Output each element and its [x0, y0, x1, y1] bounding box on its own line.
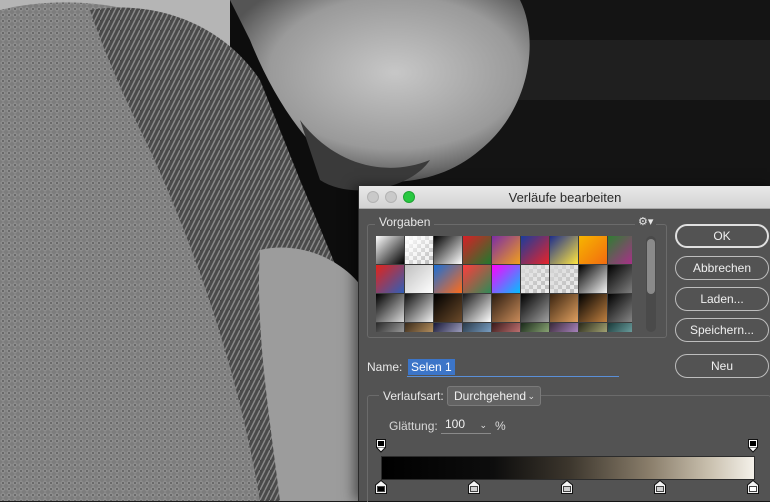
preset-swatch[interactable]	[463, 323, 491, 332]
color-stop[interactable]	[375, 479, 387, 499]
preset-swatch[interactable]	[550, 265, 578, 293]
opacity-stop[interactable]	[748, 439, 758, 458]
preset-swatch[interactable]	[434, 323, 462, 332]
preset-swatch[interactable]	[579, 294, 607, 322]
opacity-stop[interactable]	[376, 439, 386, 458]
gradient-bar[interactable]	[381, 456, 755, 480]
preset-swatch[interactable]	[579, 236, 607, 264]
chevron-down-icon: ⌄	[479, 420, 487, 430]
name-label: Name:	[367, 360, 403, 374]
load-button[interactable]: Laden...	[675, 287, 769, 311]
preset-swatch-grid	[376, 236, 632, 332]
dialog-title: Verläufe bearbeiten	[508, 190, 622, 205]
color-stop[interactable]	[747, 479, 759, 499]
preset-swatch[interactable]	[492, 323, 520, 332]
gear-icon[interactable]: ⚙▾	[635, 215, 657, 228]
preset-swatch[interactable]	[463, 236, 491, 264]
presets-scrollbar-thumb[interactable]	[647, 239, 655, 294]
smoothness-value: 100	[445, 417, 466, 431]
preset-swatch[interactable]	[405, 323, 433, 332]
gradient-type-select[interactable]: Durchgehend ⌄	[447, 386, 541, 406]
preset-swatch[interactable]	[434, 265, 462, 293]
smoothness-unit: %	[495, 419, 506, 433]
preset-swatch[interactable]	[579, 265, 607, 293]
preset-swatch[interactable]	[521, 265, 549, 293]
preset-swatch[interactable]	[492, 265, 520, 293]
gradient-editor-dialog: Verläufe bearbeiten Vorgaben ⚙▾ OK Abbre…	[358, 186, 770, 502]
color-stop[interactable]	[468, 479, 480, 499]
title-bar[interactable]: Verläufe bearbeiten	[359, 186, 770, 209]
preset-swatch[interactable]	[376, 323, 404, 332]
preset-swatch[interactable]	[550, 294, 578, 322]
preset-swatch[interactable]	[521, 294, 549, 322]
cancel-button[interactable]: Abbrechen	[675, 256, 769, 280]
gradient-type-value: Durchgehend	[454, 389, 527, 403]
preset-swatch[interactable]	[608, 236, 632, 264]
gradient-type-label: Verlaufsart:	[379, 389, 448, 403]
preset-swatch[interactable]	[376, 294, 404, 322]
smoothness-field[interactable]: 100 ⌄	[441, 417, 491, 434]
preset-swatch[interactable]	[550, 323, 578, 332]
preset-swatch[interactable]	[434, 294, 462, 322]
preset-swatch[interactable]	[405, 265, 433, 293]
preset-swatch[interactable]	[405, 294, 433, 322]
color-stop[interactable]	[654, 479, 666, 499]
preset-swatch[interactable]	[608, 294, 632, 322]
presets-label: Vorgaben	[375, 215, 435, 229]
preset-swatch[interactable]	[463, 294, 491, 322]
preset-swatch[interactable]	[521, 323, 549, 332]
preset-swatch[interactable]	[434, 236, 462, 264]
preset-swatch[interactable]	[376, 236, 404, 264]
preset-swatch[interactable]	[579, 323, 607, 332]
preset-swatch[interactable]	[550, 236, 578, 264]
new-button[interactable]: Neu	[675, 354, 769, 378]
preset-swatch[interactable]	[608, 265, 632, 293]
preset-swatch[interactable]	[492, 294, 520, 322]
ok-button[interactable]: OK	[675, 224, 769, 248]
preset-swatch[interactable]	[608, 323, 632, 332]
preset-swatch[interactable]	[521, 236, 549, 264]
chevron-down-icon: ⌄	[527, 391, 535, 401]
preset-swatch[interactable]	[405, 236, 433, 264]
smoothness-label: Glättung:	[389, 419, 438, 433]
preset-swatch[interactable]	[492, 236, 520, 264]
preset-swatch[interactable]	[376, 265, 404, 293]
name-field-value: Selen 1	[408, 359, 455, 375]
color-stop[interactable]	[561, 479, 573, 499]
preset-swatch[interactable]	[463, 265, 491, 293]
save-button[interactable]: Speichern...	[675, 318, 769, 342]
